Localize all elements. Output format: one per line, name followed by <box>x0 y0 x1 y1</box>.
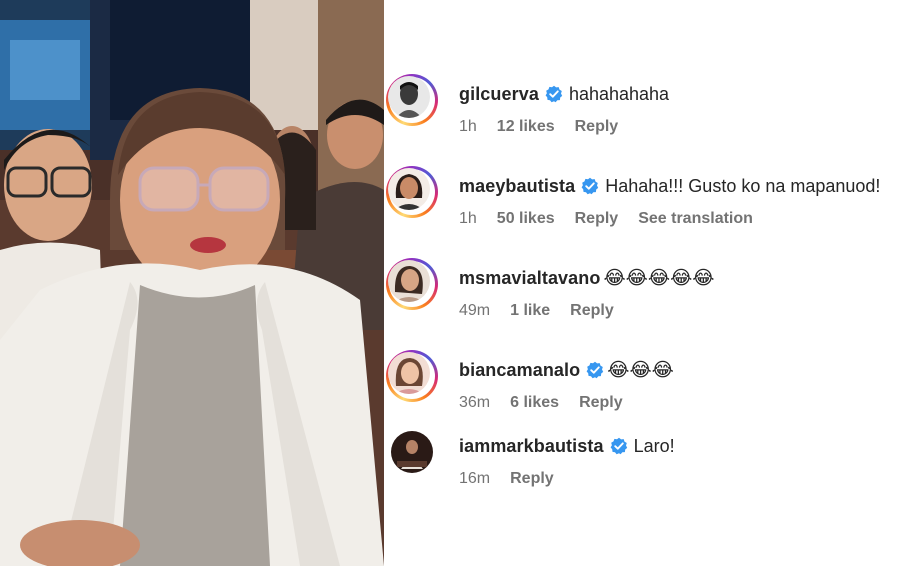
comment-time: 49m <box>459 302 491 319</box>
reply-button[interactable]: Reply <box>575 210 619 228</box>
comment-item: maeybautista Hahaha!!! Gusto ko na mapan… <box>384 166 903 246</box>
comments-panel: gilcuerva hahahahaha 1h 12 likes Reply m… <box>384 0 903 566</box>
comment-item: gilcuerva hahahahaha 1h 12 likes Reply <box>384 74 903 154</box>
comment-text: hahahahaha <box>568 83 670 104</box>
comment-username[interactable]: biancamanalo <box>459 360 580 381</box>
comment-username[interactable]: maeybautista <box>459 176 575 197</box>
comment-emojis: 😂😂😂😂😂 <box>603 267 715 289</box>
comment-username[interactable]: gilcuerva <box>459 84 539 105</box>
comment-text: Hahaha!!! Gusto ko na mapanuod! <box>605 175 881 196</box>
comment-text: Laro! <box>633 435 675 456</box>
avatar[interactable] <box>386 258 438 310</box>
avatar-photo-icon <box>388 260 430 302</box>
see-translation-link[interactable]: See translation <box>638 210 753 228</box>
comment-likes[interactable]: 12 likes <box>497 118 555 136</box>
comment-username[interactable]: msmavialtavano <box>459 268 600 289</box>
reply-button[interactable]: Reply <box>510 470 554 488</box>
verified-badge-icon <box>581 177 599 195</box>
comment-item: msmavialtavano 😂😂😂😂😂 49m 1 like Reply <box>384 258 903 338</box>
reply-button[interactable]: Reply <box>579 394 623 412</box>
avatar[interactable] <box>386 426 438 478</box>
comment-time: 16m <box>459 470 491 487</box>
verified-badge-icon <box>586 361 604 379</box>
comment-likes[interactable]: 50 likes <box>497 210 555 228</box>
verified-badge-icon <box>545 85 563 103</box>
comment-time: 1h <box>459 118 477 135</box>
reply-button[interactable]: Reply <box>575 118 619 136</box>
comment-likes[interactable]: 6 likes <box>510 394 559 412</box>
comment-likes[interactable]: 1 like <box>510 302 550 320</box>
avatar-photo-icon <box>391 431 433 473</box>
avatar[interactable] <box>386 74 438 126</box>
comment-username[interactable]: iammarkbautista <box>459 436 604 457</box>
comment-item: iammarkbautista Laro! 16m Reply <box>384 426 903 506</box>
comment-emojis: 😂😂😂 <box>607 359 674 381</box>
video-scene-image <box>0 0 384 566</box>
comment-item: biancamanalo 😂😂😂 36m 6 likes Reply <box>384 350 903 430</box>
reply-button[interactable]: Reply <box>570 302 614 320</box>
avatar-photo-icon <box>388 76 430 118</box>
avatar-photo-icon <box>388 352 430 394</box>
comment-time: 1h <box>459 210 477 227</box>
avatar-photo-icon <box>388 168 430 210</box>
comment-time: 36m <box>459 394 491 411</box>
avatar[interactable] <box>386 350 438 402</box>
avatar[interactable] <box>386 166 438 218</box>
verified-badge-icon <box>610 437 628 455</box>
video-frame[interactable] <box>0 0 384 566</box>
